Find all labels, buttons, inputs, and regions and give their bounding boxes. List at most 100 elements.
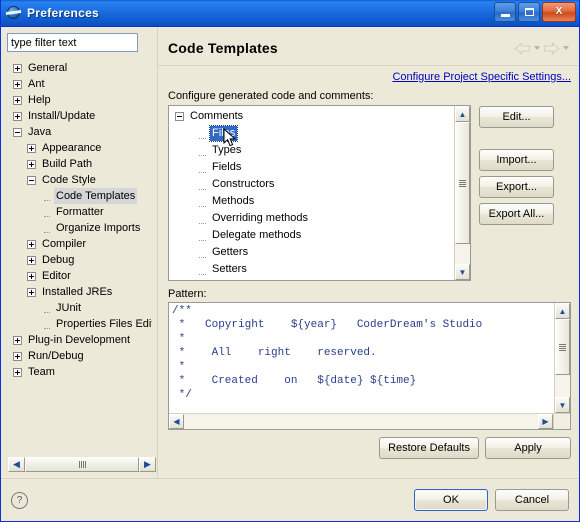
scroll-right-icon[interactable]: ▶ <box>538 414 553 429</box>
sidebar-item-run-debug[interactable]: Run/Debug <box>7 348 152 364</box>
templates-list-box[interactable]: Comments Files Types Fields Constructors Meth… <box>168 105 471 281</box>
expand-icon[interactable] <box>27 287 36 297</box>
window-controls: X <box>494 2 576 22</box>
template-item-constructors[interactable]: Constructors <box>173 176 454 193</box>
sidebar-item-install-update[interactable]: Install/Update <box>7 108 152 124</box>
collapse-icon[interactable] <box>13 127 22 137</box>
sidebar-item-properties-files-edito[interactable]: Properties Files Edito <box>7 316 152 332</box>
expand-icon[interactable] <box>27 239 36 249</box>
close-button[interactable]: X <box>542 2 576 22</box>
pattern-vertical-scrollbar[interactable]: ▲ ▼ <box>554 303 570 413</box>
expand-icon[interactable] <box>27 159 36 169</box>
expand-icon[interactable] <box>13 63 22 73</box>
template-item-delegate-methods[interactable]: Delegate methods <box>173 227 454 244</box>
expand-icon[interactable] <box>13 367 22 377</box>
sidebar-item-team[interactable]: Team <box>7 364 152 380</box>
sidebar-item-formatter[interactable]: Formatter <box>7 204 152 220</box>
collapse-icon[interactable] <box>27 175 36 185</box>
scroll-down-icon[interactable]: ▼ <box>455 264 470 280</box>
sidebar-scroll-thumb[interactable] <box>25 457 139 472</box>
restore-defaults-button[interactable]: Restore Defaults <box>379 437 479 459</box>
template-item-overriding-methods[interactable]: Overriding methods <box>173 210 454 227</box>
sidebar-item-debug[interactable]: Debug <box>7 252 152 268</box>
sidebar-item-java[interactable]: Java <box>7 124 152 140</box>
pattern-text[interactable]: /** * Copyright ${year} CoderDream's Stu… <box>169 303 554 413</box>
expand-icon[interactable] <box>13 95 22 105</box>
scroll-up-icon[interactable]: ▲ <box>455 106 470 122</box>
template-item-code[interactable]: Code <box>173 278 454 280</box>
template-item-methods[interactable]: Methods <box>173 193 454 210</box>
filter-input[interactable] <box>7 33 138 52</box>
sidebar-item-editor[interactable]: Editor <box>7 268 152 284</box>
apply-button[interactable]: Apply <box>485 437 571 459</box>
scroll-left-icon[interactable]: ◀ <box>169 414 184 429</box>
sidebar-item-help[interactable]: Help <box>7 92 152 108</box>
sidebar-item-ant[interactable]: Ant <box>7 76 152 92</box>
templates-tree[interactable]: Comments Files Types Fields Constructors Meth… <box>169 106 454 280</box>
templates-scroll-track[interactable] <box>455 122 470 264</box>
sidebar-horizontal-scrollbar[interactable]: ◀ ▶ <box>7 456 157 473</box>
ok-button[interactable]: OK <box>414 489 488 511</box>
template-item-setters[interactable]: Setters <box>173 261 454 278</box>
cancel-button[interactable]: Cancel <box>495 489 569 511</box>
template-item-files[interactable]: Files <box>173 125 454 142</box>
expand-icon[interactable] <box>13 351 22 361</box>
pattern-box[interactable]: /** * Copyright ${year} CoderDream's Stu… <box>168 302 571 430</box>
pattern-scroll-thumb[interactable] <box>555 319 570 376</box>
forward-arrow-icon[interactable] <box>543 41 560 55</box>
templates-vertical-scrollbar[interactable]: ▲ ▼ <box>454 106 470 280</box>
expand-icon[interactable] <box>27 143 36 153</box>
scroll-down-icon[interactable]: ▼ <box>555 397 570 413</box>
preference-page: Code Templates Configure Project Specifi… <box>157 27 579 478</box>
sidebar-item-code-templates[interactable]: Code Templates <box>7 188 152 204</box>
scroll-right-icon[interactable]: ▶ <box>139 457 156 472</box>
back-dropdown-icon[interactable] <box>534 46 540 50</box>
sidebar-item-general[interactable]: General <box>7 60 152 76</box>
expand-icon[interactable] <box>13 111 22 121</box>
scroll-up-icon[interactable]: ▲ <box>555 303 570 319</box>
expand-icon[interactable] <box>27 255 36 265</box>
expand-icon[interactable] <box>13 335 22 345</box>
collapse-icon[interactable] <box>175 112 184 121</box>
template-item-types[interactable]: Types <box>173 142 454 159</box>
preferences-tree[interactable]: General Ant Help Install/Update Java Appearan… <box>7 58 152 456</box>
sidebar-item-label: Organize Imports <box>56 222 141 234</box>
forward-dropdown-icon[interactable] <box>563 46 569 50</box>
sidebar-item-build-path[interactable]: Build Path <box>7 156 152 172</box>
template-item-getters[interactable]: Getters <box>173 244 454 261</box>
sidebar-item-installed-jres[interactable]: Installed JREs <box>7 284 152 300</box>
pattern-scroll-track[interactable] <box>555 319 570 397</box>
sidebar-item-appearance[interactable]: Appearance <box>7 140 152 156</box>
import-button[interactable]: Import... <box>479 149 554 171</box>
templates-scroll-thumb[interactable] <box>455 122 470 245</box>
template-item-label: Fields <box>212 161 242 173</box>
sidebar-item-junit[interactable]: JUnit <box>7 300 152 316</box>
pattern-horizontal-scrollbar[interactable]: ◀ ▶ <box>169 413 570 429</box>
edit-button[interactable]: Edit... <box>479 106 554 128</box>
template-item-comments[interactable]: Comments <box>173 108 454 125</box>
sidebar-item-plug-in-development[interactable]: Plug-in Development <box>7 332 152 348</box>
title-bar[interactable]: Preferences X <box>1 0 579 27</box>
maximize-button[interactable] <box>518 2 540 22</box>
sidebar-item-code-style[interactable]: Code Style <box>7 172 152 188</box>
template-item-label: Comments <box>190 110 244 122</box>
template-item-fields[interactable]: Fields <box>173 159 454 176</box>
scroll-left-icon[interactable]: ◀ <box>8 457 25 472</box>
back-arrow-icon[interactable] <box>514 41 531 55</box>
export-button[interactable]: Export... <box>479 176 554 198</box>
sidebar-item-organize-imports[interactable]: Organize Imports <box>7 220 152 236</box>
expand-icon[interactable] <box>27 271 36 281</box>
minimize-button[interactable] <box>494 2 516 22</box>
pattern-label: Pattern: <box>168 288 207 300</box>
help-icon[interactable]: ? <box>11 491 28 509</box>
page-buttons: Restore Defaults Apply <box>168 430 571 459</box>
expand-icon[interactable] <box>13 79 22 89</box>
sidebar-scroll-track[interactable] <box>25 457 139 472</box>
sidebar-item-label: Debug <box>42 254 75 266</box>
configure-project-specific-settings-link[interactable]: Configure Project Specific Settings... <box>392 71 571 83</box>
export-all-button[interactable]: Export All... <box>479 203 554 225</box>
pattern-hscroll-track[interactable] <box>184 414 538 429</box>
sidebar-item-label: Install/Update <box>28 110 96 122</box>
sidebar-item-compiler[interactable]: Compiler <box>7 236 152 252</box>
preferences-dialog: Preferences X General Ant Help Install/Upda… <box>0 0 580 522</box>
